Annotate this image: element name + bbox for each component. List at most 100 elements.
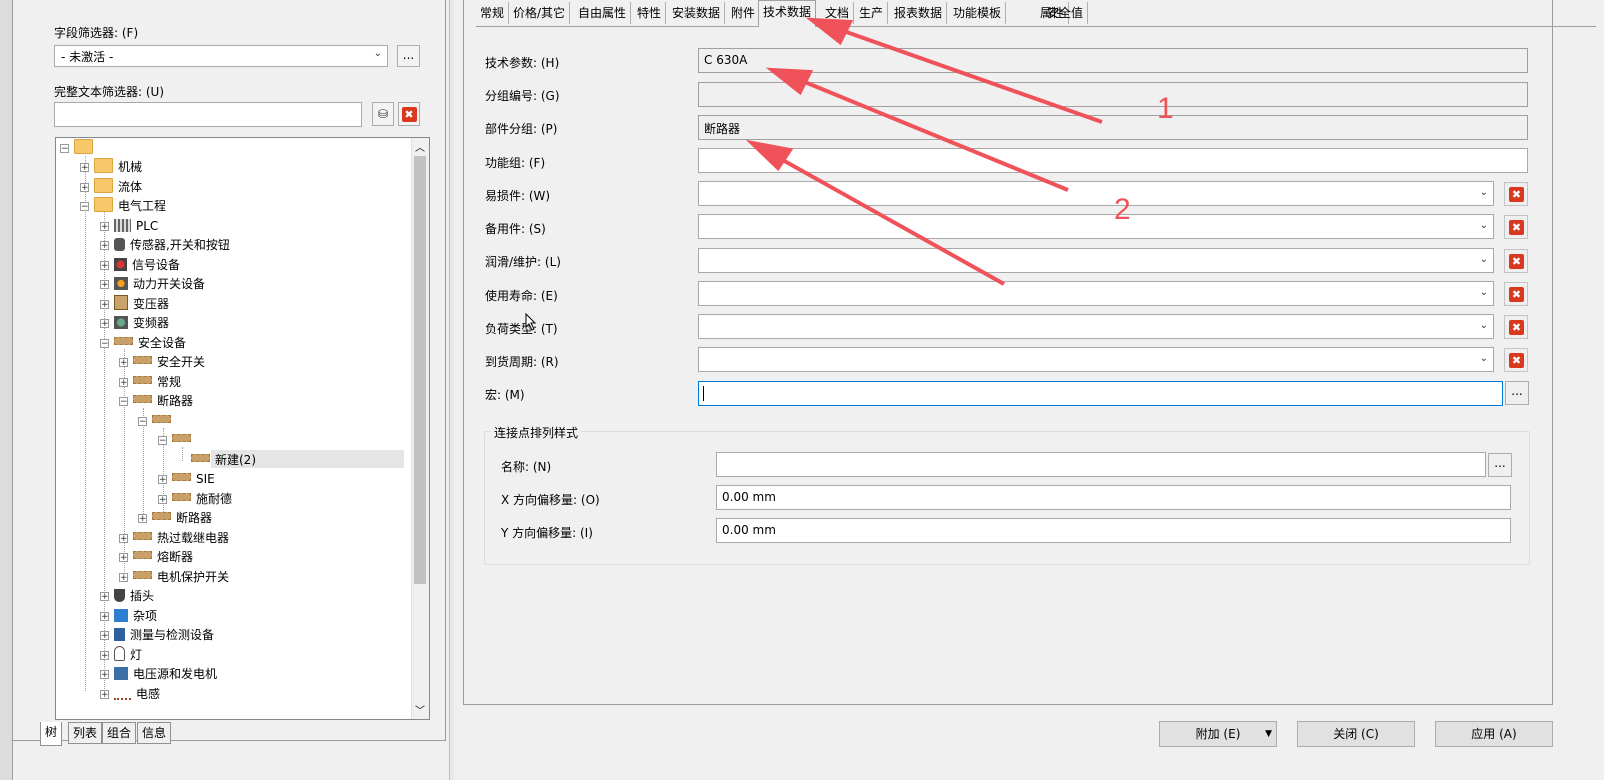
lubrication-select[interactable]: ⌄: [698, 248, 1494, 273]
tree-scrollbar[interactable]: ︿ ﹀: [411, 138, 429, 719]
tab-general[interactable]: 常规: [476, 2, 510, 24]
tab-safety-values[interactable]: 安全值: [1043, 2, 1089, 24]
macro-browse-button[interactable]: ...: [1505, 381, 1529, 405]
tree-node-plc[interactable]: + PLC: [100, 217, 158, 235]
spare-part-select[interactable]: ⌄: [698, 214, 1494, 239]
tree-node-safety-switch[interactable]: + 安全开关: [119, 353, 205, 371]
conn-name-browse-button[interactable]: ...: [1488, 453, 1512, 477]
close-button[interactable]: 关闭 (C): [1297, 721, 1415, 747]
lightbulb-icon: [114, 646, 125, 661]
tree-node-voltage-source[interactable]: + 电压源和发电机: [100, 665, 217, 683]
fulltext-filter-input[interactable]: [54, 102, 362, 127]
tab-accessories[interactable]: 附件: [727, 2, 761, 24]
part-group-field[interactable]: 断路器: [698, 115, 1528, 140]
func-group-field[interactable]: [698, 148, 1528, 173]
tree-node-breaker-sub[interactable]: −: [138, 412, 176, 430]
tree-node-safety[interactable]: − 安全设备: [100, 334, 186, 352]
component-icon: [191, 454, 210, 462]
splitter[interactable]: [449, 0, 454, 780]
apply-button[interactable]: 应用 (A): [1435, 721, 1553, 747]
tab-combination[interactable]: 组合: [102, 722, 137, 744]
load-type-clear-button[interactable]: ✖: [1504, 315, 1528, 339]
tree-node-general[interactable]: + 常规: [119, 373, 181, 391]
tree-node-fuse[interactable]: + 熔断器: [119, 548, 193, 566]
x-offset-field[interactable]: 0.00 mm: [716, 485, 1511, 510]
tree-node-misc[interactable]: + 杂项: [100, 607, 157, 625]
chevron-down-icon: ⌄: [1479, 320, 1488, 331]
tab-tree[interactable]: 树: [40, 722, 63, 746]
component-icon: [152, 512, 171, 520]
tab-price[interactable]: 价格/其它: [509, 2, 571, 24]
mouse-cursor-icon: [525, 313, 537, 331]
tab-function-template[interactable]: 功能模板: [949, 2, 1007, 24]
field-filter-select[interactable]: - 未激活 - ⌄: [54, 45, 388, 67]
connection-group-title: 连接点排列样式: [491, 424, 582, 441]
binoculars-icon[interactable]: ⛁: [372, 102, 394, 126]
group-no-field[interactable]: [698, 82, 1528, 107]
annotation-label-1: 1: [1157, 92, 1174, 125]
tree-node-electrical[interactable]: − 电气工程: [80, 197, 166, 215]
tree-node-thermal-relay[interactable]: + 热过载继电器: [119, 529, 229, 547]
category-tree[interactable]: − + 机械 + 流体 − 电气工程 + PLC + 传感器,开关和按钮 + 信号设备 + 动…: [55, 137, 430, 720]
conn-name-field[interactable]: [716, 452, 1486, 477]
tree-node-breaker-sub2[interactable]: −: [158, 431, 196, 449]
tree-node-power-switch[interactable]: + 动力开关设备: [100, 275, 205, 293]
tree-node-transformer[interactable]: + 变压器: [100, 295, 169, 313]
tree-node-sensors[interactable]: + 传感器,开关和按钮: [100, 236, 230, 254]
attach-button[interactable]: 附加 (E) ▼: [1159, 721, 1277, 747]
macro-field[interactable]: [698, 381, 1503, 406]
annotation-label-2: 2: [1114, 193, 1131, 226]
spare-part-clear-button[interactable]: ✖: [1504, 215, 1528, 239]
tree-node-vfd[interactable]: + 变频器: [100, 314, 169, 332]
transformer-icon: [114, 295, 128, 310]
macro-label: 宏: (M): [485, 388, 525, 402]
tree-node-inductor[interactable]: + 电感: [100, 685, 160, 703]
tab-report-data[interactable]: 报表数据: [890, 2, 948, 24]
tab-list[interactable]: 列表: [68, 722, 103, 744]
tab-documents[interactable]: 文档: [821, 2, 855, 24]
power-switch-icon: [114, 277, 128, 290]
tab-info[interactable]: 信息: [137, 722, 172, 744]
tree-node-schneider[interactable]: + 施耐德: [158, 490, 232, 508]
service-life-select[interactable]: ⌄: [698, 281, 1494, 306]
component-icon: [152, 415, 171, 423]
tree-node-breaker[interactable]: − 断路器: [119, 392, 193, 410]
text-cursor: [703, 386, 704, 401]
tab-production[interactable]: 生产: [855, 2, 889, 24]
tree-node-breaker-2[interactable]: + 断路器: [138, 509, 212, 527]
tech-params-field[interactable]: C 630A: [698, 48, 1528, 73]
wear-part-select[interactable]: ⌄: [698, 181, 1494, 206]
y-offset-field[interactable]: 0.00 mm: [716, 518, 1511, 543]
close-icon: ✖: [1509, 220, 1524, 235]
tab-mounting[interactable]: 安装数据: [668, 2, 726, 24]
tree-node-signal[interactable]: + 信号设备: [100, 256, 180, 274]
tree-node-sie[interactable]: + SIE: [158, 470, 215, 488]
tab-technical-data[interactable]: 技术数据: [758, 0, 817, 27]
tree-node-motor-protect[interactable]: + 电机保护开关: [119, 568, 229, 586]
delivery-time-select[interactable]: ⌄: [698, 347, 1494, 372]
load-type-select[interactable]: ⌄: [698, 314, 1494, 339]
tree-node-lamp[interactable]: + 灯: [100, 646, 142, 664]
close-icon: ✖: [1509, 320, 1524, 335]
tab-free-props[interactable]: 自由属性: [574, 2, 632, 24]
tree-node-mechanics[interactable]: + 机械: [80, 158, 142, 176]
tree-node-new[interactable]: 新建(2): [177, 451, 256, 469]
tree-node-measure[interactable]: + 测量与检测设备: [100, 626, 214, 644]
fulltext-filter-label: 完整文本筛选器: (U): [54, 85, 165, 99]
tree-node-root[interactable]: −: [60, 139, 98, 157]
service-life-clear-button[interactable]: ✖: [1504, 282, 1528, 306]
scrollbar-thumb[interactable]: [414, 156, 426, 584]
field-filter-edit-button[interactable]: ...: [397, 45, 420, 67]
clear-filter-button[interactable]: ✖: [398, 102, 420, 126]
chevron-down-icon[interactable]: ﹀: [415, 702, 425, 717]
chevron-up-icon[interactable]: ︿: [415, 139, 425, 154]
lubrication-clear-button[interactable]: ✖: [1504, 249, 1528, 273]
component-icon: [133, 395, 152, 403]
tab-characteristics[interactable]: 特性: [633, 2, 667, 24]
tree-node-fluid[interactable]: + 流体: [80, 178, 142, 196]
delivery-time-clear-button[interactable]: ✖: [1504, 348, 1528, 372]
field-filter-value: - 未激活 -: [61, 50, 114, 64]
chevron-down-icon: ⌄: [1479, 220, 1488, 231]
tree-node-plug[interactable]: + 插头: [100, 587, 154, 605]
wear-part-clear-button[interactable]: ✖: [1504, 182, 1528, 206]
